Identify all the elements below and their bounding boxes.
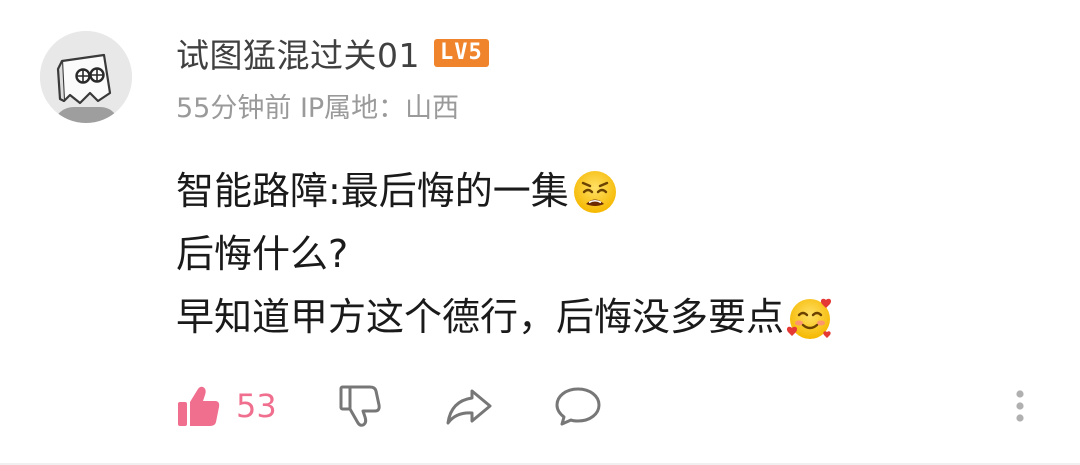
action-bar: 53 [176, 378, 1056, 434]
reply-button[interactable] [554, 378, 602, 434]
like-count: 53 [236, 387, 277, 425]
comment-line-2: 后悔什么? [176, 223, 1036, 286]
share-button[interactable] [444, 378, 494, 434]
weary-face-emoji-icon [571, 168, 619, 216]
comment-line-3-text: 早知道甲方这个德行，后悔没多要点 [176, 295, 785, 339]
level-badge: LV5 [434, 39, 489, 67]
dislike-button[interactable] [338, 378, 384, 434]
comment-body: 智能路障:最后悔的一集 后悔什么? 早知道甲方这个德行，后悔没多要点 [176, 160, 1036, 349]
comment-line-2-text: 后悔什么? [176, 232, 349, 276]
thumbs-down-icon [339, 385, 381, 427]
more-options-button[interactable] [1006, 378, 1034, 434]
avatar-paper-bag-icon [40, 31, 132, 123]
comment-bubble-icon [555, 387, 601, 426]
comment-line-1-text: 智能路障:最后悔的一集 [176, 169, 569, 213]
comment-line-1: 智能路障:最后悔的一集 [176, 160, 1036, 223]
comment-line-3: 早知道甲方这个德行，后悔没多要点 [176, 286, 1036, 349]
avatar[interactable] [40, 31, 132, 123]
comment-meta: 55分钟前 IP属地：山西 [176, 93, 460, 124]
share-arrow-icon [446, 389, 492, 425]
username-row: 试图猛混过关01 LV5 [176, 30, 489, 76]
thumbs-up-icon [178, 386, 220, 426]
like-button[interactable]: 53 [176, 378, 277, 434]
smiling-face-with-hearts-emoji-icon [786, 294, 834, 342]
comment-card: 试图猛混过关01 LV5 55分钟前 IP属地：山西 智能路障:最后悔的一集 后… [0, 0, 1080, 465]
vertical-dots-icon [1016, 390, 1024, 422]
username[interactable]: 试图猛混过关01 [176, 29, 420, 77]
